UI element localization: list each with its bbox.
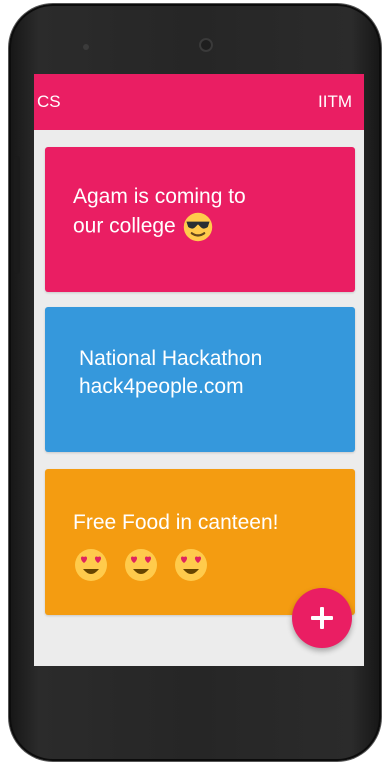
card-text: Free Food in canteen! <box>73 509 345 583</box>
card-line: Free Food in canteen! <box>73 511 279 534</box>
front-camera <box>199 38 213 52</box>
smiling-face-with-sunglasses-icon <box>183 212 212 242</box>
app-title-right: IITM <box>318 92 352 111</box>
card-line: hack4people.com <box>79 375 244 398</box>
emoji-row <box>73 547 345 583</box>
card-line: Agam is coming to <box>73 185 246 208</box>
app-title-left: CS <box>37 92 61 111</box>
plus-icon <box>311 607 333 629</box>
app-screen: CS IITM Agam is coming to our college Na… <box>34 74 364 666</box>
card-line-with-emoji: our college <box>73 211 345 243</box>
heart-eyes-icon <box>75 549 107 581</box>
post-card[interactable]: Agam is coming to our college <box>45 147 355 292</box>
heart-eyes-icon <box>175 549 207 581</box>
card-line: National Hackathon <box>79 347 263 370</box>
side-button <box>14 156 20 274</box>
card-line: our college <box>73 214 176 238</box>
sensor-dot <box>83 44 89 50</box>
post-card[interactable]: National Hackathon hack4people.com <box>45 307 355 452</box>
card-text: Agam is coming to our college <box>73 183 345 243</box>
heart-eyes-icon <box>125 549 157 581</box>
card-text: National Hackathon hack4people.com <box>79 345 345 401</box>
app-bar: CS IITM <box>34 74 364 130</box>
add-post-button[interactable] <box>292 588 352 648</box>
